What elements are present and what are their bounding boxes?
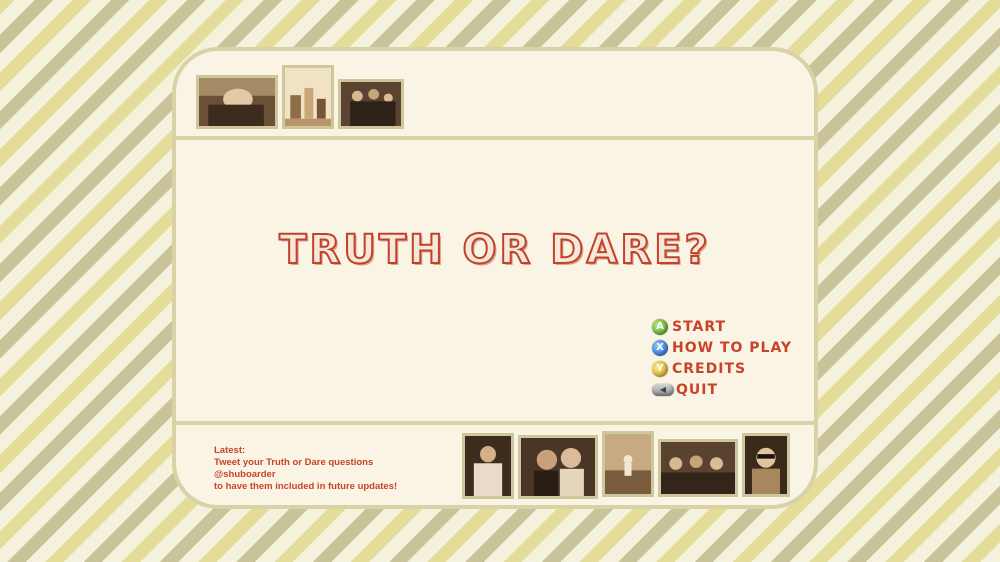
- photo-thumbnail: [338, 79, 404, 129]
- photo-thumbnail: [462, 433, 514, 499]
- main-menu: A START X HOW TO PLAY Y CREDITS ◀ QUIT: [652, 316, 792, 400]
- back-button-icon: ◀: [652, 383, 674, 396]
- photo-thumbnail: [658, 439, 738, 497]
- quit-menu-item[interactable]: ◀ QUIT: [652, 379, 792, 400]
- quit-label: QUIT: [676, 381, 719, 398]
- latest-line-1: Tweet your Truth or Dare questions @shub…: [214, 457, 374, 480]
- top-divider: [176, 136, 814, 140]
- photo-thumbnail: [602, 431, 654, 497]
- how-to-play-menu-item[interactable]: X HOW TO PLAY: [652, 337, 792, 358]
- latest-line-2: to have them included in future updates!: [214, 481, 398, 492]
- main-panel: TRUTH OR DARE? A START X HOW TO PLAY Y C…: [172, 47, 818, 509]
- how-to-play-label: HOW TO PLAY: [672, 339, 793, 356]
- bottom-divider: [176, 421, 814, 425]
- photo-thumbnail: [518, 435, 598, 499]
- yellow-y-button-icon: Y: [652, 360, 668, 377]
- latest-news: Latest: Tweet your Truth or Dare questio…: [214, 445, 434, 493]
- start-menu-item[interactable]: A START: [652, 316, 792, 337]
- green-a-button-icon: A: [652, 318, 668, 335]
- latest-heading: Latest:: [214, 445, 246, 456]
- start-label: START: [672, 318, 727, 335]
- photo-thumbnail: [196, 75, 278, 129]
- credits-label: CREDITS: [672, 360, 747, 377]
- photo-thumbnail: [282, 65, 334, 129]
- game-title: TRUTH OR DARE?: [278, 226, 711, 274]
- credits-menu-item[interactable]: Y CREDITS: [652, 358, 792, 379]
- photo-thumbnail: [742, 433, 790, 497]
- blue-x-button-icon: X: [652, 339, 668, 356]
